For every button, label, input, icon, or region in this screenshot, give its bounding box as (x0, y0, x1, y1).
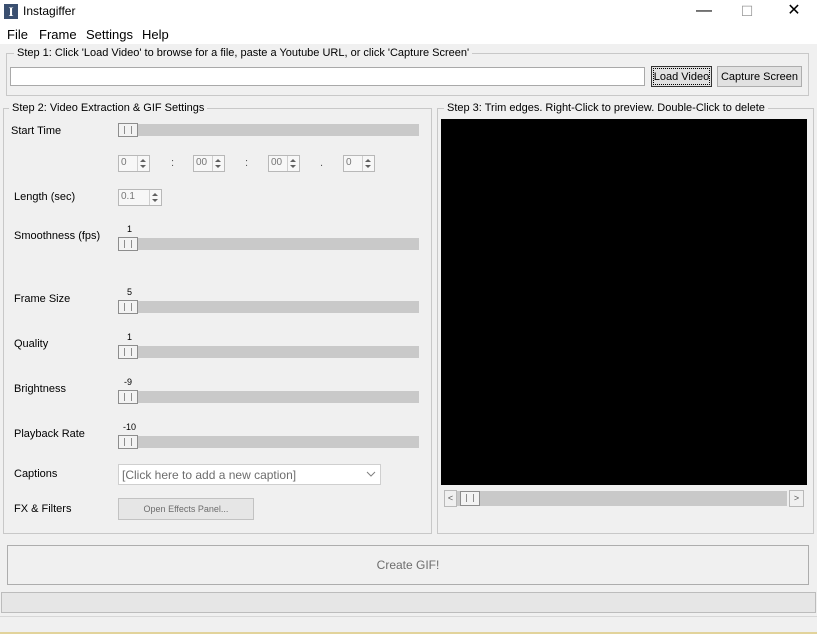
start-seconds-value: 00 (271, 157, 283, 168)
fx-filters-label: FX & Filters (14, 503, 72, 515)
trim-scrollbar-track[interactable] (457, 491, 787, 506)
quality-label: Quality (14, 338, 49, 350)
frame-size-value: 5 (127, 287, 133, 297)
spinner-arrows-icon[interactable] (149, 190, 161, 205)
scroll-left-button[interactable]: < (444, 490, 457, 507)
progress-bar (1, 592, 816, 613)
time-separator: : (245, 157, 249, 169)
menu-help[interactable]: Help (142, 27, 169, 42)
smoothness-slider-thumb[interactable] (118, 237, 138, 251)
captions-dropdown[interactable]: [Click here to add a new caption] (118, 464, 381, 485)
start-minutes-value: 00 (196, 157, 208, 168)
start-minutes-spinner[interactable]: 00 (193, 155, 225, 172)
open-effects-panel-button[interactable]: Open Effects Panel... (118, 498, 254, 520)
scroll-right-button[interactable]: > (789, 490, 804, 507)
video-preview-canvas[interactable] (441, 119, 807, 485)
time-separator: . (320, 157, 324, 169)
frame-size-slider[interactable] (118, 301, 419, 313)
quality-slider-thumb[interactable] (118, 345, 138, 359)
create-gif-button[interactable]: Create GIF! (7, 545, 809, 585)
brightness-value: -9 (124, 377, 133, 387)
frame-size-label: Frame Size (14, 293, 71, 305)
menu-file[interactable]: File (7, 27, 28, 42)
window-title: Instagiffer (23, 4, 76, 18)
trim-scrollbar-thumb[interactable] (460, 491, 480, 506)
menu-frame[interactable]: Frame (39, 27, 77, 42)
load-video-button[interactable]: Load Video (651, 66, 712, 87)
spinner-arrows-icon[interactable] (287, 156, 299, 171)
quality-slider[interactable] (118, 346, 419, 358)
captions-selected: [Click here to add a new caption] (122, 468, 297, 482)
chevron-down-icon (366, 471, 376, 477)
start-hours-value: 0 (121, 157, 127, 168)
maximize-button[interactable]: ☐ (724, 0, 770, 24)
start-tenths-spinner[interactable]: 0 (343, 155, 375, 172)
menu-settings[interactable]: Settings (86, 27, 133, 42)
minimize-button[interactable]: — (681, 0, 727, 24)
playback-rate-slider-thumb[interactable] (118, 435, 138, 449)
spinner-arrows-icon[interactable] (212, 156, 224, 171)
smoothness-slider[interactable] (118, 238, 419, 250)
playback-rate-value: -10 (123, 422, 137, 432)
smoothness-label: Smoothness (fps) (14, 230, 101, 242)
capture-screen-button[interactable]: Capture Screen (717, 66, 802, 87)
spinner-arrows-icon[interactable] (137, 156, 149, 171)
step2-legend: Step 2: Video Extraction & GIF Settings (9, 102, 208, 114)
spinner-arrows-icon[interactable] (362, 156, 374, 171)
start-tenths-value: 0 (346, 157, 352, 168)
playback-rate-label: Playback Rate (14, 428, 85, 440)
length-value: 0.1 (121, 191, 135, 202)
length-label: Length (sec) (14, 191, 76, 203)
brightness-label: Brightness (14, 383, 66, 395)
start-time-slider[interactable] (118, 124, 419, 136)
app-icon: I (4, 4, 18, 19)
start-hours-spinner[interactable]: 0 (118, 155, 150, 172)
step3-legend: Step 3: Trim edges. Right-Click to previ… (444, 102, 768, 114)
start-seconds-spinner[interactable]: 00 (268, 155, 300, 172)
start-time-slider-thumb[interactable] (118, 123, 138, 137)
time-separator: : (171, 157, 175, 169)
start-time-label: Start Time (11, 125, 62, 137)
close-button[interactable]: ✕ (771, 0, 817, 24)
captions-label: Captions (14, 468, 58, 480)
frame-size-slider-thumb[interactable] (118, 300, 138, 314)
quality-value: 1 (127, 332, 133, 342)
brightness-slider[interactable] (118, 391, 419, 403)
length-spinner[interactable]: 0.1 (118, 189, 162, 206)
smoothness-value: 1 (127, 224, 133, 234)
step1-legend: Step 1: Click 'Load Video' to browse for… (14, 47, 473, 59)
video-url-input[interactable] (10, 67, 645, 86)
playback-rate-slider[interactable] (118, 436, 419, 448)
brightness-slider-thumb[interactable] (118, 390, 138, 404)
